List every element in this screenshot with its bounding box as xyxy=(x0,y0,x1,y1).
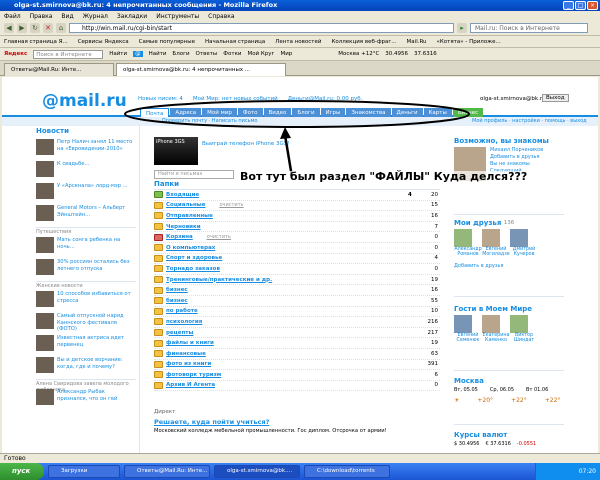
browser-tab-active[interactable]: olga-st.smirnova@bk.ru: 4 непрочитанных … xyxy=(116,63,286,76)
taskbar: пуск Загрузки Ответы@Mail.Ru: Инте... ol… xyxy=(0,463,600,480)
mailru-toolbar-logo: @ xyxy=(133,51,143,57)
back-icon[interactable]: ◀ xyxy=(4,23,14,33)
menu-item[interactable]: Вид xyxy=(61,13,73,20)
browser-tab[interactable]: Ответы@Mail.Ru: Инте... xyxy=(4,63,114,76)
bookmark-item[interactable]: Лента новостей xyxy=(275,39,321,45)
browser-search-input[interactable]: Mail.ru: Поиск в Интернете xyxy=(470,23,588,33)
address-bar[interactable]: http://win.mail.ru/cgi-bin/start xyxy=(69,23,454,33)
clock: 07:20 xyxy=(578,468,596,475)
yandex-search-input[interactable]: Поиск в Интернете xyxy=(33,49,104,59)
browser-tabbar: Ответы@Mail.Ru: Инте... olga-st.smirnova… xyxy=(0,61,600,76)
go-icon[interactable]: ▸ xyxy=(457,23,467,33)
annotation-text: Вот тут был раздел "ФАЙЛЫ" Куда делся??? xyxy=(240,170,528,183)
navigation-toolbar: ◀ ▶ ↻ ✕ ⌂ http://win.mail.ru/cgi-bin/sta… xyxy=(0,21,600,36)
toolbar-item-mykrug[interactable]: Мой Круг xyxy=(247,51,274,57)
yandex-find-button[interactable]: Найти xyxy=(109,51,127,57)
window-title: olga-st.smirnova@bk.ru: 4 непрочитанных … xyxy=(14,1,278,9)
menu-item[interactable]: Справка xyxy=(208,13,234,20)
task-mail[interactable]: olga-st.smirnova@bk.... xyxy=(214,465,300,478)
yandex-logo: Яндекс xyxy=(4,51,28,57)
menu-item[interactable]: Инструменты xyxy=(156,13,199,20)
toolbar-weather[interactable]: Москва +12°С xyxy=(338,51,379,57)
toolbar-item-photos[interactable]: Фотки xyxy=(223,51,241,57)
menu-item[interactable]: Правка xyxy=(30,13,53,20)
maximize-button[interactable]: □ xyxy=(575,1,586,10)
toolbar-item-world[interactable]: Мир xyxy=(280,51,292,57)
web-page: @mail.ru Новых писем: 4 Мой Мир: нет нов… xyxy=(2,77,598,453)
bookmark-item[interactable]: Начальная страница xyxy=(205,39,265,45)
task-answers[interactable]: Ответы@Mail.Ru: Инте... xyxy=(124,465,210,478)
bookmark-item[interactable]: Самые популярные xyxy=(139,39,195,45)
menu-item[interactable]: Журнал xyxy=(83,13,108,20)
mailru-find-button[interactable]: Найти xyxy=(149,51,167,57)
status-bar: Готово xyxy=(0,453,600,463)
annotation-ellipse xyxy=(124,100,470,128)
window-titlebar: olga-st.smirnova@bk.ru: 4 непрочитанных … xyxy=(0,0,600,11)
task-torrents[interactable]: C:\download\torrents xyxy=(304,465,390,478)
forward-icon[interactable]: ▶ xyxy=(17,23,27,33)
bookmark-item[interactable]: «Котята» - Приложе... xyxy=(437,39,501,45)
toolbar-item-answers[interactable]: Ответы xyxy=(196,51,218,57)
menu-item[interactable]: Файл xyxy=(4,13,21,20)
start-button[interactable]: пуск xyxy=(0,463,44,480)
task-downloads[interactable]: Загрузки xyxy=(48,465,120,478)
annotation-overlay xyxy=(124,100,470,178)
minimize-button[interactable]: _ xyxy=(563,1,574,10)
toolbar-item-blogs[interactable]: Блоги xyxy=(172,51,189,57)
reload-icon[interactable]: ↻ xyxy=(30,23,40,33)
close-button[interactable]: × xyxy=(587,1,598,10)
menu-item[interactable]: Закладки xyxy=(117,13,147,20)
bookmark-item[interactable]: Сервисы Яндекса xyxy=(78,39,129,45)
window-controls: _ □ × xyxy=(563,1,598,10)
home-icon[interactable]: ⌂ xyxy=(56,23,66,33)
toolbar-rate-eur: 37.6316 xyxy=(414,51,437,57)
annotation-arrow-head xyxy=(280,127,291,139)
menu-bar: Файл Правка Вид Журнал Закладки Инструменты Сп… xyxy=(0,11,600,21)
bookmark-item[interactable]: Главная страница Я... xyxy=(4,39,68,45)
stop-icon[interactable]: ✕ xyxy=(43,23,53,33)
bookmark-item[interactable]: Коллекция веб-фраг... xyxy=(331,39,396,45)
bookmark-item[interactable]: Mail.Ru xyxy=(407,39,427,45)
toolbar-rate-usd: 30.4956 xyxy=(385,51,409,57)
system-tray: 07:20 xyxy=(535,463,600,480)
bookmarks-toolbar: Главная страница Я... Сервисы Яндекса Самы… xyxy=(0,36,600,48)
yandex-toolbar: Яндекс Поиск в Интернете Найти @ Найти Б… xyxy=(0,48,600,61)
